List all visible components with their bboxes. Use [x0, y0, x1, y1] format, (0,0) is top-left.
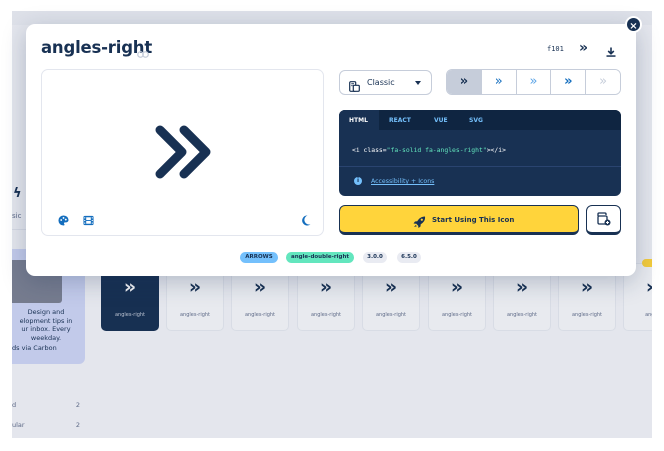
version-tag: 3.0.0 [363, 252, 387, 263]
moon-icon[interactable] [301, 215, 311, 229]
style-select-value: Classic [367, 78, 395, 87]
start-using-label: Start Using This Icon [432, 216, 515, 224]
alias-tag: angle-double-right [286, 252, 354, 263]
code-suffix: ></i> [486, 146, 506, 154]
icon-detail-modal: angles-right f101 » Classic » » » » » HT… [26, 24, 636, 276]
variant-light-button[interactable]: » [516, 70, 552, 94]
variant-thin-button[interactable]: » [586, 70, 620, 94]
angles-right-preview-icon [155, 125, 211, 179]
add-to-kit-icon [597, 212, 611, 226]
chevron-down-icon [415, 81, 421, 85]
info-icon: i [354, 177, 362, 185]
tab-vue[interactable]: VUE [434, 117, 448, 124]
download-icon[interactable] [606, 42, 616, 61]
variant-duotone-button[interactable]: » [551, 70, 587, 94]
accessibility-link[interactable]: Accessibility + Icons [371, 178, 434, 185]
rocket-icon [413, 213, 426, 232]
tab-svg[interactable]: SVG [469, 117, 483, 124]
icon-preview [41, 69, 324, 236]
code-line[interactable]: <i class="fa-solid fa-angles-right"></i> [352, 146, 506, 154]
tab-html[interactable]: HTML [349, 117, 368, 124]
film-icon[interactable] [83, 215, 94, 229]
version-tag: 6.5.0 [397, 252, 421, 263]
glyph-copy-icon[interactable]: » [579, 40, 588, 56]
palette-icon[interactable] [58, 215, 69, 229]
add-to-kit-button[interactable] [586, 205, 621, 235]
style-family-icon [349, 77, 360, 96]
icon-title: angles-right [41, 38, 153, 57]
code-tabs: HTML REACT VUE SVG [339, 110, 621, 130]
style-select[interactable]: Classic [339, 70, 432, 95]
start-using-button[interactable]: Start Using This Icon [339, 205, 579, 235]
style-variant-group: » » » » » [446, 69, 621, 95]
variant-solid-button[interactable]: » [447, 70, 482, 94]
link-icon[interactable] [137, 43, 149, 62]
code-divider [339, 166, 621, 167]
code-class-string: "fa-solid fa-angles-right" [386, 146, 487, 154]
variant-regular-button[interactable]: » [481, 70, 517, 94]
code-prefix: <i class= [352, 146, 387, 154]
tab-react[interactable]: REACT [389, 117, 411, 124]
category-tag[interactable]: ARROWS [240, 252, 278, 263]
close-button[interactable]: × [625, 16, 642, 33]
code-snippet-panel: HTML REACT VUE SVG <i class="fa-solid fa… [339, 110, 621, 196]
unicode-value[interactable]: f101 [547, 45, 564, 53]
